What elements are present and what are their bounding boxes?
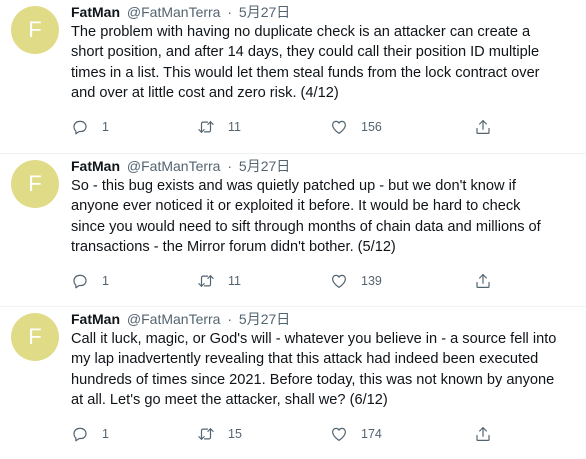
reply-button[interactable]: 1: [71, 424, 109, 444]
avatar[interactable]: F: [11, 160, 59, 208]
tweet-date[interactable]: 5月27日: [239, 4, 290, 20]
share-icon: [476, 274, 490, 288]
reply-count: 1: [102, 427, 109, 441]
retweet-button[interactable]: 11: [197, 271, 241, 291]
reply-icon: [73, 427, 87, 442]
tweet-content: FatMan @FatManTerra · 5月27日 So - this bu…: [71, 156, 578, 258]
separator-dot: ·: [227, 311, 233, 327]
tweet-text-line: since you would need to sift through mon…: [71, 218, 541, 235]
reply-icon: [73, 274, 87, 289]
tweet-text-line: anyone ever noticed it or exploited it b…: [71, 198, 521, 215]
retweet-count: 11: [228, 120, 241, 134]
like-count: 174: [361, 427, 382, 441]
reply-button[interactable]: 1: [71, 117, 109, 137]
author-handle[interactable]: @FatManTerra: [127, 311, 221, 327]
tweet-actions: 1 11 139: [71, 271, 501, 291]
tweet-header: FatMan @FatManTerra · 5月27日: [71, 156, 578, 176]
share-button[interactable]: [474, 117, 492, 137]
heart-icon: [332, 274, 346, 288]
separator-dot: ·: [227, 4, 233, 20]
author-name[interactable]: FatMan: [71, 311, 120, 327]
retweet-button[interactable]: 11: [197, 117, 241, 137]
tweet[interactable]: F FatMan @FatManTerra · 5月27日 So - this …: [0, 153, 586, 306]
retweet-button[interactable]: 15: [197, 424, 242, 444]
tweet[interactable]: F FatMan @FatManTerra · 5月27日 Call it lu…: [0, 306, 586, 459]
tweet-text: So - this bug exists and was quietly pat…: [71, 176, 578, 258]
like-button[interactable]: 174: [330, 424, 382, 444]
tweet-header: FatMan @FatManTerra · 5月27日: [71, 2, 578, 22]
heart-icon: [332, 120, 346, 134]
tweet-actions: 1 15 174: [71, 424, 501, 444]
tweet-text-line: my lap inadvertently revealing that this…: [71, 351, 539, 368]
retweet-icon: [198, 275, 214, 287]
tweet-content: FatMan @FatManTerra · 5月27日 Call it luck…: [71, 309, 578, 411]
share-button[interactable]: [474, 424, 492, 444]
heart-icon: [332, 427, 346, 441]
separator-dot: ·: [227, 158, 233, 174]
tweet-text-line: So - this bug exists and was quietly pat…: [71, 178, 516, 194]
like-count: 139: [361, 274, 382, 288]
share-icon: [476, 427, 490, 441]
tweet-text-line: times in a list. This would let them ste…: [71, 64, 540, 81]
reply-count: 1: [102, 120, 109, 134]
tweet-header: FatMan @FatManTerra · 5月27日: [71, 309, 578, 329]
tweet-text-line: at all. Let's go meet the attacker, shal…: [71, 392, 388, 409]
retweet-icon: [198, 428, 214, 440]
like-button[interactable]: 156: [330, 117, 382, 137]
tweet[interactable]: F FatMan @FatManTerra · 5月27日 The proble…: [0, 0, 586, 153]
author-handle[interactable]: @FatManTerra: [127, 4, 221, 20]
author-name[interactable]: FatMan: [71, 4, 120, 20]
share-button[interactable]: [474, 271, 492, 291]
tweet-text-line: Call it luck, magic, or God's will - wha…: [71, 331, 557, 347]
retweet-icon: [198, 121, 214, 133]
tweet-actions: 1 11 156: [71, 117, 501, 137]
reply-icon: [73, 120, 87, 135]
tweet-text-line: transactions - the Mirror forum didn't b…: [71, 239, 396, 256]
avatar[interactable]: F: [11, 6, 59, 54]
tweet-text-line: short position, and after 14 days, they …: [71, 44, 540, 61]
tweet-thread: F FatMan @FatManTerra · 5月27日 The proble…: [0, 0, 586, 458]
tweet-text-line: and over at little cost and zero risk. (…: [71, 85, 339, 102]
reply-count: 1: [102, 274, 109, 288]
like-count: 156: [361, 120, 382, 134]
reply-button[interactable]: 1: [71, 271, 109, 291]
author-handle[interactable]: @FatManTerra: [127, 158, 221, 174]
author-name[interactable]: FatMan: [71, 158, 120, 174]
tweet-text-line: The problem with having no duplicate che…: [71, 24, 531, 40]
tweet-text: The problem with having no duplicate che…: [71, 22, 578, 104]
share-icon: [476, 120, 490, 134]
retweet-count: 11: [228, 274, 241, 288]
tweet-date[interactable]: 5月27日: [239, 158, 290, 174]
like-button[interactable]: 139: [330, 271, 382, 291]
tweet-content: FatMan @FatManTerra · 5月27日 The problem …: [71, 2, 578, 104]
tweet-date[interactable]: 5月27日: [239, 311, 290, 327]
retweet-count: 15: [228, 427, 242, 441]
tweet-text: Call it luck, magic, or God's will - wha…: [71, 329, 578, 411]
tweet-text-line: hundreds of times since 2021. Before tod…: [71, 371, 555, 388]
avatar[interactable]: F: [11, 313, 59, 361]
